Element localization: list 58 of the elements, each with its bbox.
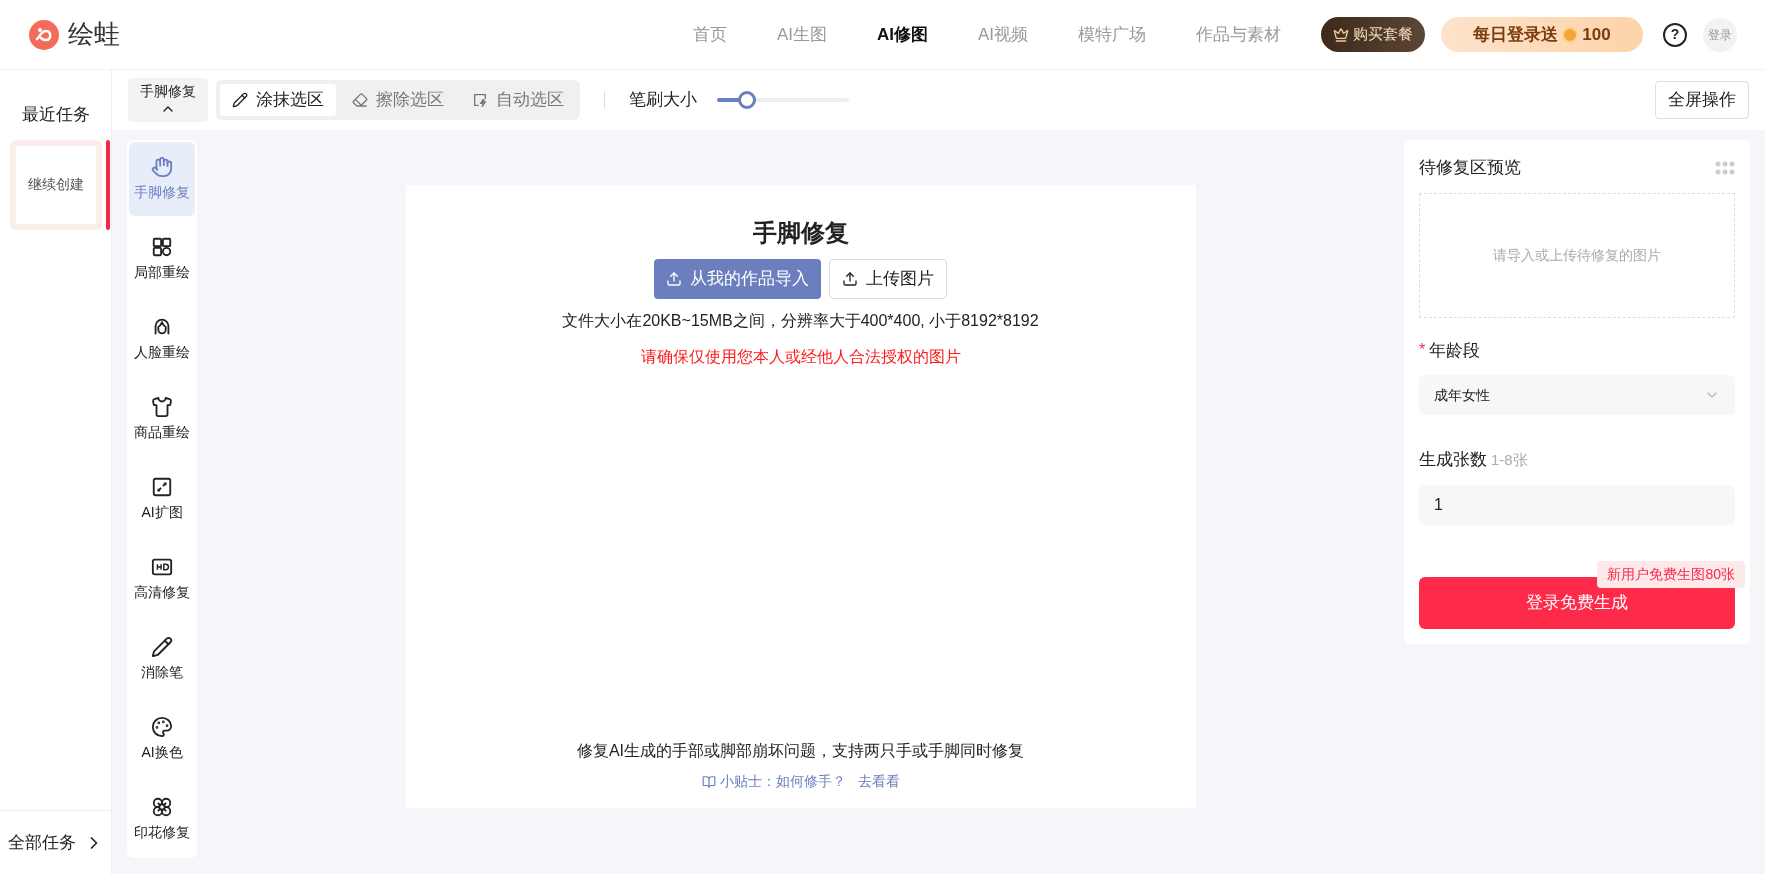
tool-item[interactable]: 印花修复	[129, 782, 195, 856]
pencil-icon	[232, 92, 248, 108]
tool-item[interactable]: 手脚修复	[129, 142, 195, 216]
tool-item[interactable]: 高清修复	[129, 542, 195, 616]
coin-icon	[1562, 26, 1579, 43]
promo-badge: 新用户免费生图80张	[1597, 560, 1745, 588]
mode-tab[interactable]: 自动选区	[460, 84, 576, 116]
tool-item[interactable]: 商品重绘	[129, 382, 195, 456]
upload-icon	[666, 271, 682, 287]
section-title: 最近任务	[20, 104, 91, 126]
preview-title: 待修复区预览	[1419, 157, 1521, 179]
mode-tab[interactable]: 擦除选区	[340, 84, 456, 116]
task-card[interactable]: 继续创建	[10, 139, 102, 230]
tool-item[interactable]: AI扩图	[129, 462, 195, 536]
description-text: 修复AI生成的手部或脚部崩坏问题，支持两只手或手脚同时修复	[576, 741, 1025, 761]
tool-item[interactable]: AI换色	[129, 702, 195, 776]
fullscreen-button[interactable]: 全屏操作	[1655, 81, 1749, 119]
all-tasks-link[interactable]: 全部任务	[0, 810, 111, 874]
palette-icon	[151, 715, 173, 738]
file-requirements-text: 文件大小在20KB~15MB之间，分辨率大于400*400, 小于8192*8192	[562, 311, 1039, 331]
age-label: 年龄段	[1429, 339, 1481, 362]
help-button[interactable]: ?	[1663, 22, 1687, 47]
preview-area: 请导入或上传待修复的图片	[1419, 192, 1735, 318]
hand-icon	[151, 155, 173, 178]
count-label: 生成张数	[1419, 449, 1487, 471]
auto-select-icon	[472, 92, 488, 108]
upload-icon	[842, 271, 858, 287]
mode-tab[interactable]: 涂抹选区	[220, 84, 336, 116]
upload-button[interactable]: 从我的作品导入	[654, 259, 821, 299]
flower-icon	[151, 795, 173, 818]
tool-item[interactable]: 消除笔	[129, 622, 195, 696]
required-mark: *	[1419, 340, 1426, 361]
count-hint: 1-8张	[1491, 450, 1528, 470]
count-input[interactable]: 1	[1419, 484, 1735, 525]
logo-text: 绘蛙	[68, 18, 120, 51]
shirt-icon	[151, 395, 173, 418]
tool-item[interactable]: 局部重绘	[129, 222, 195, 296]
upload-button[interactable]: 上传图片	[829, 259, 947, 299]
daily-bonus-button[interactable]: 每日登录送 100	[1441, 17, 1643, 52]
crown-icon	[1333, 26, 1349, 43]
brush-size-label: 笔刷大小	[629, 89, 697, 112]
canvas-title: 手脚修复	[752, 218, 849, 248]
warning-text: 请确保仅使用您本人或经他人合法授权的图片	[640, 347, 961, 367]
pencil-icon	[151, 635, 173, 658]
buy-plan-button[interactable]: 购买套餐	[1321, 17, 1425, 52]
tip-text: 小贴士：如何修手？	[719, 772, 846, 791]
eraser-icon	[352, 92, 368, 108]
tool-menu-button[interactable]: 手脚修复	[128, 78, 208, 122]
tip-link[interactable]: 去看看	[857, 771, 900, 792]
logo-icon	[28, 18, 60, 51]
shapes-icon	[151, 235, 173, 258]
nav-link[interactable]: AI修图	[876, 21, 928, 48]
expand-icon	[151, 475, 173, 498]
book-icon	[701, 774, 716, 789]
brush-size-slider[interactable]	[717, 90, 849, 110]
tool-item[interactable]: 人脸重绘	[129, 302, 195, 376]
drag-handle-icon[interactable]	[1715, 160, 1735, 175]
age-select[interactable]: 成年女性	[1419, 375, 1735, 415]
